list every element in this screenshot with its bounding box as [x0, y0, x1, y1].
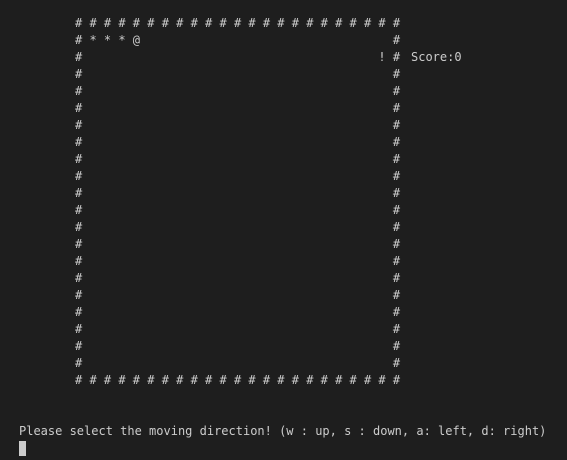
- board-row: # # # # # # # # # # # # # # # # # # # # …: [75, 373, 401, 387]
- board-row: # #: [75, 237, 401, 251]
- board-row: # #: [75, 84, 401, 98]
- board-row: # #: [75, 186, 401, 200]
- board-row: # #: [75, 101, 401, 115]
- board-row: # ! #: [75, 50, 401, 64]
- board-row: # #: [75, 135, 401, 149]
- board-row: # #: [75, 271, 401, 285]
- board-row: # #: [75, 254, 401, 268]
- board-row: # #: [75, 305, 401, 319]
- board-row: # #: [75, 322, 401, 336]
- board-row: # #: [75, 220, 401, 234]
- board-row: # #: [75, 339, 401, 353]
- board-row: # #: [75, 169, 401, 183]
- direction-prompt: Please select the moving direction! (w :…: [19, 424, 547, 438]
- board-row: # #: [75, 288, 401, 302]
- board-row: # #: [75, 356, 401, 370]
- board-row: # #: [75, 118, 401, 132]
- board-row: # #: [75, 203, 401, 217]
- board-row: # #: [75, 152, 401, 166]
- game-board: # # # # # # # # # # # # # # # # # # # # …: [75, 15, 400, 389]
- board-row: # * * * @ #: [75, 33, 401, 47]
- score-display: Score:0: [411, 50, 462, 64]
- terminal-window[interactable]: # # # # # # # # # # # # # # # # # # # # …: [0, 0, 567, 460]
- text-cursor[interactable]: [19, 441, 26, 456]
- board-row: # # # # # # # # # # # # # # # # # # # # …: [75, 16, 401, 30]
- board-row: # #: [75, 67, 401, 81]
